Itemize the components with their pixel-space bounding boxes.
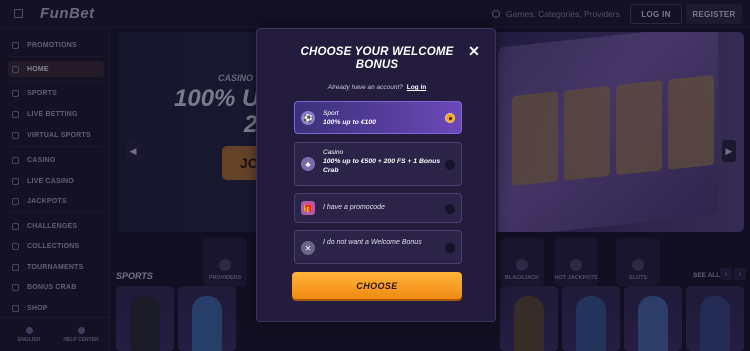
option-description: I have a promocode (323, 204, 385, 211)
option-category: Casino (323, 149, 344, 156)
welcome-bonus-modal: CHOOSE YOUR WELCOME BONUS ✕ Already have… (256, 28, 496, 322)
login-link[interactable]: Log in (407, 84, 427, 91)
bonus-option-casino[interactable]: ♣ Casino 100% up to €500 + 200 FS + 1 Bo… (294, 142, 462, 186)
modal-title: CHOOSE YOUR WELCOME BONUS (300, 46, 454, 71)
option-radio[interactable] (445, 160, 455, 170)
option-description: I do not want a Welcome Bonus (323, 239, 422, 246)
soccer-ball-icon: ⚽ (301, 111, 315, 125)
bonus-option-sport[interactable]: ⚽ Sport 100% up to €100 (294, 101, 462, 134)
option-radio[interactable] (445, 204, 455, 214)
option-description: 100% up to €100 (323, 119, 376, 126)
close-icon[interactable]: ✕ (467, 44, 481, 58)
choose-button[interactable]: CHOOSE (292, 272, 462, 299)
account-prompt: Already have an account? Log in (327, 84, 427, 91)
casino-chip-icon: ♣ (301, 157, 315, 171)
option-category: Sport (323, 110, 339, 117)
option-radio[interactable] (445, 113, 455, 123)
option-description: 100% up to €500 + 200 FS + 1 Bonus Crab (323, 158, 441, 174)
close-circle-icon: ✕ (301, 241, 315, 255)
bonus-option-none[interactable]: ✕ I do not want a Welcome Bonus (294, 230, 462, 264)
gift-icon: 🎁 (301, 201, 315, 215)
bonus-option-promocode[interactable]: 🎁 I have a promocode (294, 193, 462, 223)
option-radio[interactable] (445, 243, 455, 253)
